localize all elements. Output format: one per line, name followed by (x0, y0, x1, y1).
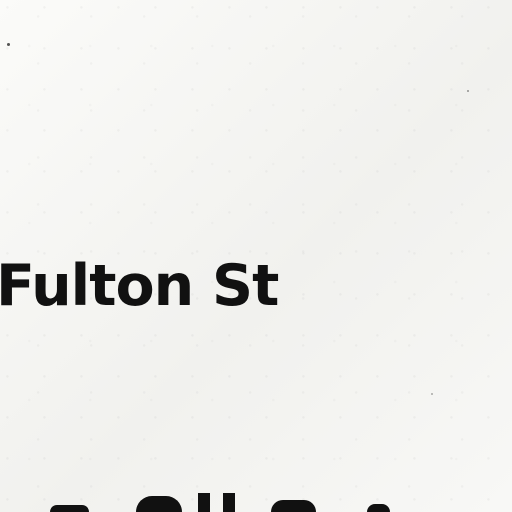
cropped-letter-fragment (271, 500, 316, 512)
ink-speck (7, 43, 10, 46)
cropped-text-line (50, 493, 390, 512)
cropped-letter-fragment (198, 493, 210, 512)
cropped-letter-fragment (367, 504, 390, 512)
ink-speck (431, 393, 433, 395)
paper-background: Fulton St (0, 0, 512, 512)
street-name-text: Fulton St (0, 253, 279, 319)
cropped-letter-fragment (50, 505, 89, 512)
ink-speck (467, 90, 469, 92)
cropped-letter-fragment (136, 496, 182, 512)
cropped-letter-fragment (223, 493, 235, 512)
